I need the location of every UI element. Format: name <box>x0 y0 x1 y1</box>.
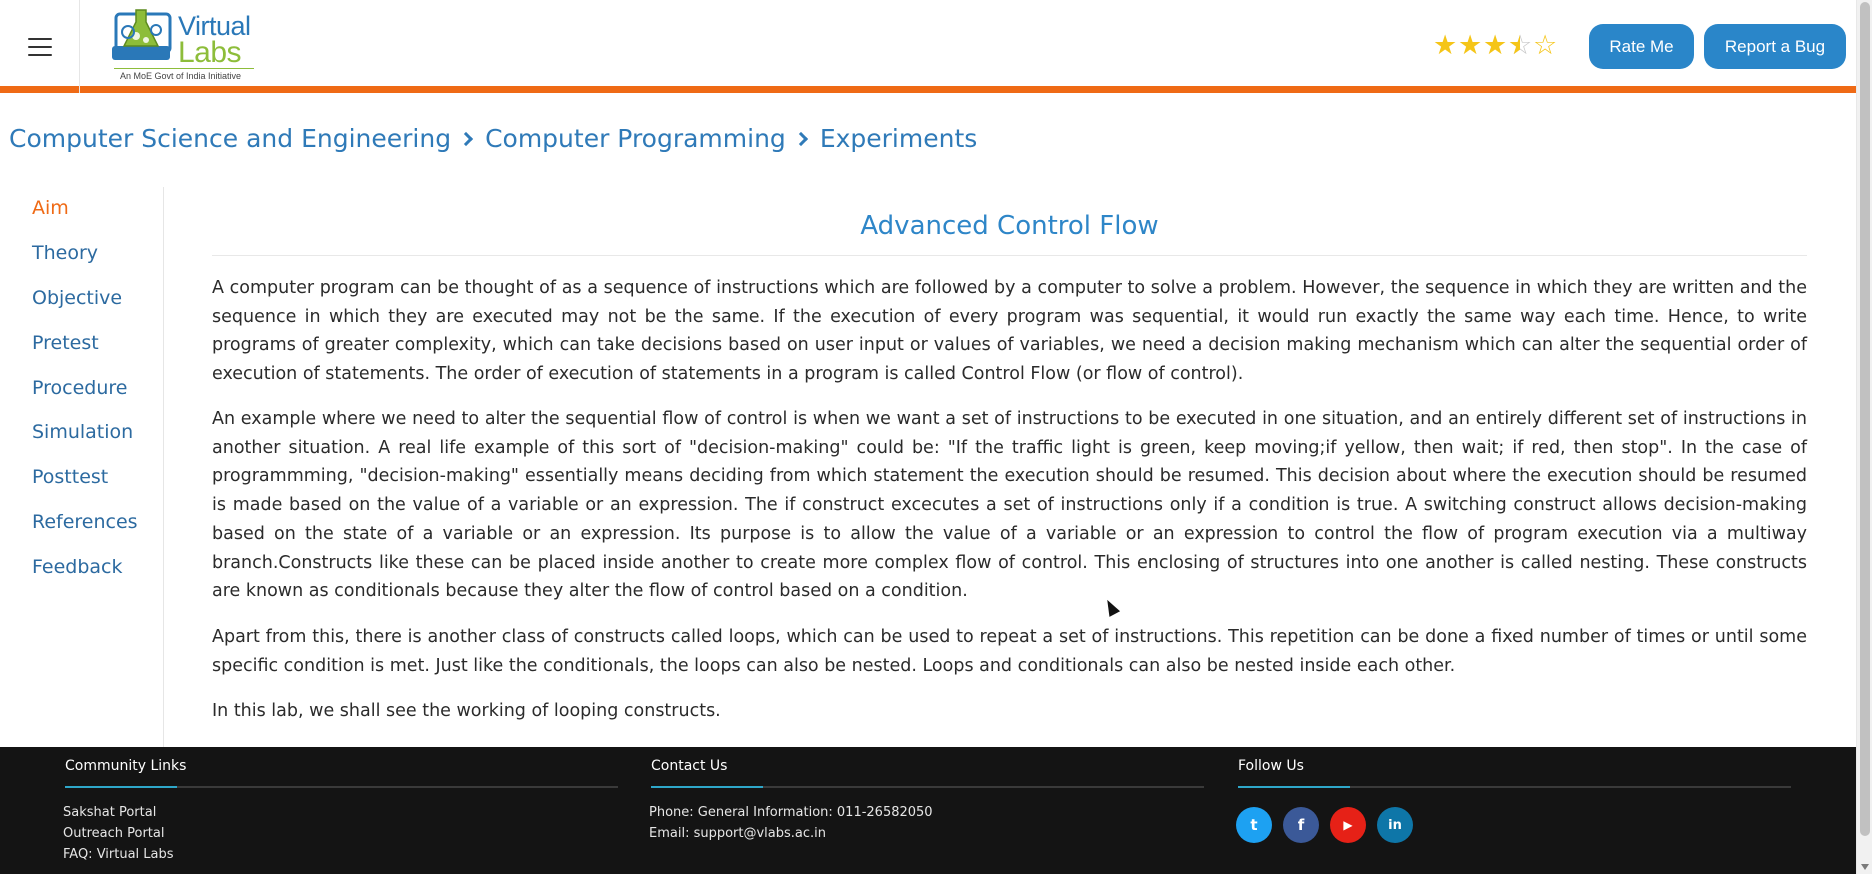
sidebar-item-theory[interactable]: Theory <box>32 242 98 264</box>
rate-me-button[interactable]: Rate Me <box>1589 24 1694 69</box>
footer-divider <box>651 786 1204 788</box>
star-icon-filled[interactable]: ★ <box>1433 32 1457 60</box>
youtube-icon[interactable]: ▶ <box>1330 807 1366 843</box>
scrollbar-thumb[interactable] <box>1860 2 1870 836</box>
footer-link-sakshat[interactable]: Sakshat Portal <box>63 805 156 820</box>
breadcrumb-link-lab[interactable]: Computer Programming <box>485 124 786 153</box>
star-icon-empty[interactable]: ☆ <box>1533 32 1557 60</box>
sidebar-item-simulation[interactable]: Simulation <box>32 421 133 443</box>
sidebar-item-objective[interactable]: Objective <box>32 287 122 309</box>
footer-heading-follow: Follow Us <box>1238 758 1304 774</box>
sidebar-item-references[interactable]: References <box>32 511 138 533</box>
linkedin-icon[interactable]: in <box>1377 807 1413 843</box>
sidebar-item-posttest[interactable]: Posttest <box>32 466 108 488</box>
aim-paragraph: An example where we need to alter the se… <box>212 409 1807 602</box>
aim-paragraph: In this lab, we shall see the working of… <box>212 701 721 721</box>
sidebar-item-feedback[interactable]: Feedback <box>32 556 122 578</box>
footer-divider <box>1238 786 1791 788</box>
logo-text-labs: Labs <box>178 36 242 69</box>
scroll-down-arrow-icon[interactable] <box>1861 864 1869 870</box>
breadcrumb: Computer Science and Engineering Compute… <box>9 124 977 153</box>
virtual-labs-logo[interactable]: Virtual Labs An MoE Govt of India Initia… <box>110 6 260 84</box>
page-title: Advanced Control Flow <box>860 211 1159 241</box>
vertical-scrollbar[interactable] <box>1856 0 1872 874</box>
footer-link-faq[interactable]: FAQ: Virtual Labs <box>63 847 174 862</box>
breadcrumb-link-experiments[interactable]: Experiments <box>820 124 977 153</box>
star-icon-filled[interactable]: ★ <box>1483 32 1507 60</box>
twitter-icon[interactable]: t <box>1236 807 1272 843</box>
chevron-right-icon <box>793 131 808 146</box>
footer-email[interactable]: Email: support@vlabs.ac.in <box>649 826 826 841</box>
hamburger-icon[interactable] <box>27 37 52 56</box>
site-footer: Community Links Sakshat Portal Outreach … <box>0 747 1856 874</box>
title-divider <box>212 255 1807 256</box>
aim-paragraph: Apart from this, there is another class … <box>212 627 1807 676</box>
footer-heading-community: Community Links <box>65 758 187 774</box>
experiment-sidebar: Aim Theory Objective Pretest Procedure S… <box>0 187 164 747</box>
footer-link-outreach[interactable]: Outreach Portal <box>63 826 164 841</box>
breadcrumb-link-discipline[interactable]: Computer Science and Engineering <box>9 124 451 153</box>
sidebar-item-pretest[interactable]: Pretest <box>32 332 99 354</box>
star-rating[interactable]: ★ ★ ★ ☆★ ☆ <box>1433 32 1557 60</box>
star-icon-filled[interactable]: ★ <box>1458 32 1482 60</box>
site-header: Virtual Labs An MoE Govt of India Initia… <box>0 0 1856 93</box>
footer-divider <box>65 786 618 788</box>
footer-phone: Phone: General Information: 011-26582050 <box>649 805 933 820</box>
logo-tagline: An MoE Govt of India Initiative <box>120 71 242 81</box>
facebook-icon[interactable]: f <box>1283 807 1319 843</box>
chevron-right-icon <box>459 131 474 146</box>
menu-toggle[interactable] <box>0 0 80 93</box>
sidebar-item-procedure[interactable]: Procedure <box>32 377 127 399</box>
logo-divider <box>114 68 254 69</box>
aim-paragraph: A computer program can be thought of as … <box>212 278 1807 385</box>
footer-heading-contact: Contact Us <box>651 758 728 774</box>
sidebar-item-aim[interactable]: Aim <box>32 197 69 219</box>
flask-icon <box>112 9 172 60</box>
star-icon-half[interactable]: ☆★ <box>1508 32 1532 60</box>
report-bug-button[interactable]: Report a Bug <box>1704 24 1846 69</box>
